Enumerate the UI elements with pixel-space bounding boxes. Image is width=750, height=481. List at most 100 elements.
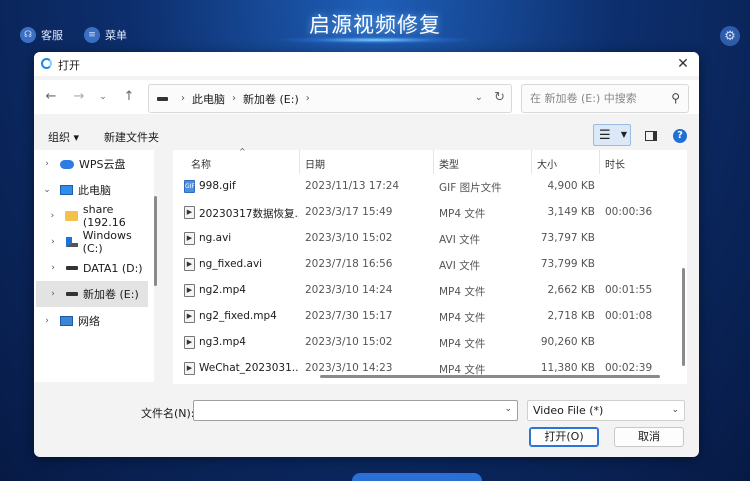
file-row[interactable]: ▶ ng_fixed.avi 2023/7/18 16:56 AVI 文件 73… — [173, 252, 687, 278]
column-date[interactable]: 日期 — [305, 156, 325, 171]
sidebar-item-label: share (192.16 — [82, 203, 126, 229]
navigation-scrollbar[interactable] — [154, 196, 157, 286]
sidebar-item-share[interactable]: › share (192.16 — [34, 203, 154, 229]
file-row[interactable]: ▶ ng2_fixed.mp4 2023/7/30 15:17 MP4 文件 2… — [173, 304, 687, 330]
chevron-down-icon[interactable]: ⌄ — [475, 92, 483, 103]
search-input[interactable]: 在 新加卷 (E:) 中搜索 ⚲ — [521, 84, 689, 113]
chevron-down-icon[interactable]: ⌄ — [671, 401, 679, 420]
navigation-row: ← → ⌄ ↑ › 此电脑 › 新加卷 (E:) › ⌄ ↻ 在 新加卷 (E:… — [34, 80, 699, 114]
chevron-right-icon[interactable]: › — [46, 289, 60, 299]
filename-input[interactable]: ⌄ — [193, 400, 518, 421]
refresh-icon[interactable]: ↻ — [494, 90, 505, 105]
up-arrow-icon[interactable]: ↑ — [120, 88, 138, 106]
column-divider[interactable] — [299, 150, 300, 174]
view-options-button[interactable]: ☰ ▼ — [593, 124, 631, 146]
file-row[interactable]: ▶ 20230317数据恢复... 2023/3/17 15:49 MP4 文件… — [173, 200, 687, 226]
file-row[interactable]: ▶ WeChat_2023031... 2023/3/10 14:23 MP4 … — [173, 356, 687, 382]
video-file-icon: ▶ — [184, 284, 195, 297]
file-name: ng2.mp4 — [199, 284, 246, 296]
open-file-dialog: 打开 ✕ ← → ⌄ ↑ › 此电脑 › 新加卷 (E:) › ⌄ ↻ 在 新加… — [34, 52, 699, 457]
file-size: 3,149 KB — [547, 206, 596, 218]
column-divider[interactable] — [531, 150, 532, 174]
column-divider[interactable] — [599, 150, 600, 174]
cancel-button[interactable]: 取消 — [614, 427, 684, 447]
vertical-scrollbar[interactable] — [682, 268, 685, 366]
network-icon — [60, 316, 73, 326]
file-size: 73,797 KB — [540, 232, 595, 244]
settings-icon[interactable]: ⚙ — [720, 26, 740, 46]
video-file-icon: ▶ — [184, 232, 195, 245]
drive-icon — [157, 96, 168, 101]
chevron-right-icon[interactable]: › — [46, 211, 59, 221]
caret-down-icon[interactable]: ▼ — [621, 130, 627, 139]
file-row[interactable]: GIF 998.gif 2023/11/13 17:24 GIF 图片文件 4,… — [173, 174, 687, 200]
recent-chevron-icon[interactable]: ⌄ — [94, 88, 112, 106]
address-bar[interactable]: › 此电脑 › 新加卷 (E:) › ⌄ ↻ — [148, 84, 512, 113]
dialog-title: 打开 — [58, 59, 80, 72]
breadcrumb-volume-e[interactable]: 新加卷 (E:) — [243, 91, 299, 107]
filetype-select[interactable]: Video File (*) ⌄ — [527, 400, 685, 421]
sidebar-item-this-pc[interactable]: ⌄ 此电脑 — [34, 177, 154, 203]
file-type: GIF 图片文件 — [439, 182, 502, 194]
file-size: 2,718 KB — [547, 310, 596, 322]
close-icon[interactable]: ✕ — [673, 54, 693, 74]
chevron-right-icon[interactable]: › — [181, 93, 185, 104]
file-date: 2023/11/13 17:24 — [305, 180, 400, 192]
preview-pane-icon[interactable] — [645, 131, 657, 141]
file-list: 名称 ^ 日期 类型 大小 时长 GIF 998.gif 2023/11/13 … — [173, 147, 687, 384]
filetype-value: Video File (*) — [533, 404, 604, 417]
file-name: 20230317数据恢复... — [199, 208, 299, 220]
app-header: ☊ 客服 ≡ 菜单 启源视频修复 ⚙ — [0, 0, 750, 52]
chevron-right-icon[interactable]: › — [46, 237, 60, 247]
file-name: 998.gif — [199, 180, 236, 192]
chevron-right-icon[interactable]: › — [232, 93, 236, 104]
file-name: WeChat_2023031... — [199, 362, 299, 374]
chevron-right-icon[interactable]: › — [40, 159, 54, 169]
chevron-right-icon[interactable]: › — [40, 316, 54, 326]
file-size: 4,900 KB — [547, 180, 596, 192]
back-arrow-icon[interactable]: ← — [42, 88, 60, 106]
forward-arrow-icon[interactable]: → — [70, 88, 88, 106]
file-date: 2023/3/17 15:49 — [305, 206, 393, 218]
file-name: ng.avi — [199, 232, 232, 244]
file-duration: 00:01:08 — [605, 310, 653, 322]
drive-icon — [66, 266, 78, 270]
chevron-down-icon[interactable]: ⌄ — [504, 404, 512, 414]
organize-button[interactable]: 组织 ▾ — [48, 129, 79, 145]
sidebar-item-label: WPS云盘 — [79, 158, 126, 171]
app-logo-icon — [41, 58, 52, 69]
video-file-icon: ▶ — [184, 206, 195, 219]
file-date: 2023/3/10 15:02 — [305, 232, 393, 244]
file-date: 2023/7/18 16:56 — [305, 258, 393, 270]
file-duration: 00:01:55 — [605, 284, 653, 296]
open-button[interactable]: 打开(O) — [529, 427, 599, 447]
help-icon[interactable]: ? — [673, 129, 687, 143]
sidebar-item-data1-d[interactable]: › DATA1 (D:) — [34, 255, 154, 281]
file-name: ng2_fixed.mp4 — [199, 310, 277, 322]
file-name: ng_fixed.avi — [199, 258, 263, 270]
file-type: MP4 文件 — [439, 338, 486, 350]
command-bar: 组织 ▾ 新建文件夹 ☰ ▼ ? — [34, 120, 699, 150]
column-name[interactable]: 名称 — [191, 156, 211, 171]
sidebar-item-network[interactable]: › 网络 — [34, 308, 154, 334]
file-size: 90,260 KB — [540, 336, 595, 348]
file-row[interactable]: ▶ ng3.mp4 2023/3/10 15:02 MP4 文件 90,260 … — [173, 330, 687, 356]
app-title: 启源视频修复 — [309, 13, 441, 37]
column-duration[interactable]: 时长 — [605, 156, 625, 171]
sidebar-item-windows-c[interactable]: › Windows (C:) — [34, 229, 154, 255]
chevron-right-icon[interactable]: › — [306, 93, 310, 104]
sidebar-item-wps-cloud[interactable]: › WPS云盘 — [34, 151, 154, 177]
chevron-right-icon[interactable]: › — [46, 263, 60, 273]
column-size[interactable]: 大小 — [537, 156, 557, 171]
horizontal-scrollbar[interactable] — [320, 375, 660, 378]
column-type[interactable]: 类型 — [439, 156, 459, 171]
breadcrumb-this-pc[interactable]: 此电脑 — [192, 91, 225, 107]
title-glow — [280, 36, 470, 44]
column-divider[interactable] — [433, 150, 434, 174]
sidebar-item-volume-e[interactable]: › 新加卷 (E:) — [36, 281, 148, 307]
new-folder-button[interactable]: 新建文件夹 — [104, 129, 159, 145]
file-row[interactable]: ▶ ng.avi 2023/3/10 15:02 AVI 文件 73,797 K… — [173, 226, 687, 252]
chevron-down-icon[interactable]: ⌄ — [40, 185, 54, 195]
search-icon[interactable]: ⚲ — [671, 85, 680, 112]
file-row[interactable]: ▶ ng2.mp4 2023/3/10 14:24 MP4 文件 2,662 K… — [173, 278, 687, 304]
